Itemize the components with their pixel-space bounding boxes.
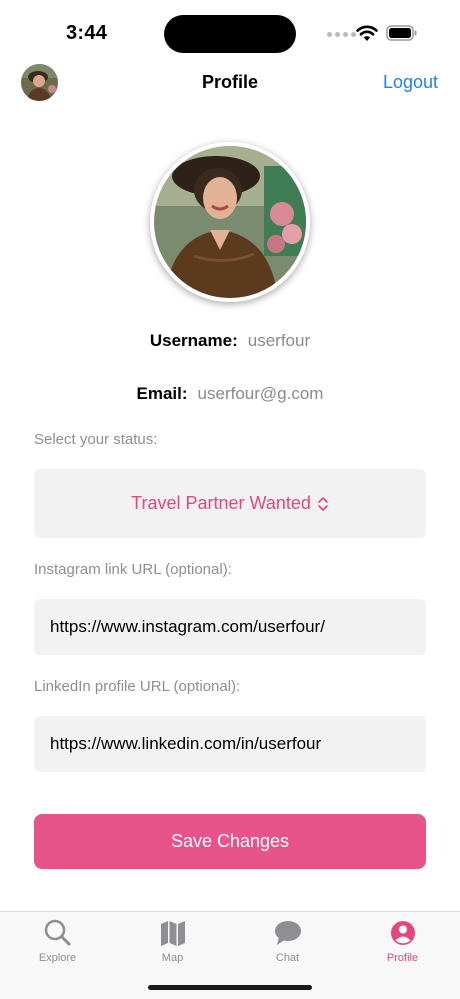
battery-icon <box>386 25 417 41</box>
tab-explore[interactable]: Explore <box>0 918 115 964</box>
user-circle-icon <box>390 921 415 945</box>
dynamic-island <box>164 15 296 53</box>
linkedin-label: LinkedIn profile URL (optional): <box>34 678 241 695</box>
username-row: Username: userfour <box>0 331 460 351</box>
cellular-dots-icon <box>327 32 356 37</box>
tab-profile[interactable]: Profile <box>345 918 460 964</box>
save-changes-button[interactable]: Save Changes <box>34 814 426 869</box>
email-label: Email: <box>136 384 188 403</box>
linkedin-url-input[interactable] <box>34 716 426 772</box>
tab-explore-label: Explore <box>38 952 77 964</box>
tab-profile-label: Profile <box>386 952 419 964</box>
instagram-url-input[interactable] <box>34 599 426 655</box>
email-value: userfour@g.com <box>197 384 324 403</box>
status-label: Select your status: <box>34 431 158 448</box>
tab-map[interactable]: Map <box>115 918 230 964</box>
email-row: Email: userfour@g.com <box>0 384 460 404</box>
tab-chat[interactable]: Chat <box>230 918 345 964</box>
instagram-label: Instagram link URL (optional): <box>34 561 232 578</box>
chevron-up-down-icon <box>318 496 328 511</box>
search-icon <box>44 919 70 946</box>
tab-map-label: Map <box>161 952 184 964</box>
username-label: Username: <box>149 331 238 350</box>
status-time: 3:44 <box>66 22 108 44</box>
map-icon <box>160 921 185 946</box>
status-select[interactable]: Travel Partner Wanted <box>34 469 426 538</box>
tab-chat-label: Chat <box>275 952 300 964</box>
wifi-icon <box>356 25 378 41</box>
username-value: userfour <box>247 331 311 350</box>
home-indicator <box>148 985 312 990</box>
logout-button[interactable]: Logout <box>383 72 438 93</box>
status-bar: 3:44 <box>0 0 460 64</box>
status-select-value: Travel Partner Wanted <box>131 493 311 513</box>
chat-bubble-icon <box>274 921 301 945</box>
profile-photo-image <box>154 146 306 298</box>
profile-photo[interactable] <box>150 142 310 302</box>
